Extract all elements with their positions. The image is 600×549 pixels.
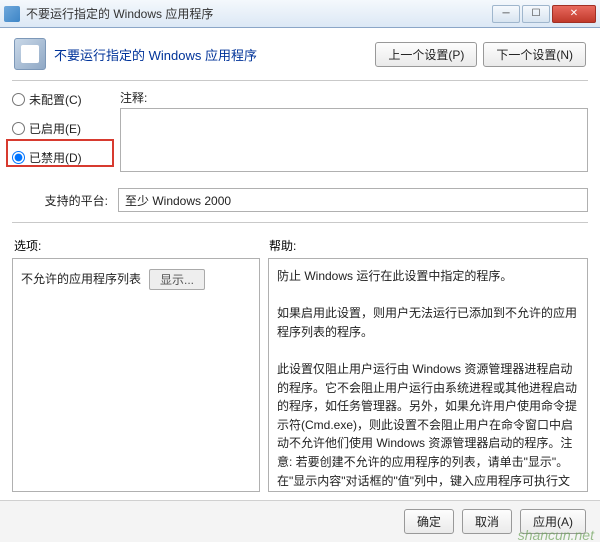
- options-panel: 不允许的应用程序列表 显示...: [12, 258, 260, 492]
- window-title: 不要运行指定的 Windows 应用程序: [26, 5, 486, 22]
- nav-buttons: 上一个设置(P) 下一个设置(N): [375, 42, 586, 67]
- divider: [12, 80, 588, 81]
- platform-row: 支持的平台: 至少 Windows 2000: [0, 186, 600, 220]
- window-controls: ─ ☐ ✕: [492, 5, 596, 23]
- comment-textarea[interactable]: [120, 108, 588, 172]
- radio-enabled-input[interactable]: [12, 122, 25, 135]
- disallowed-list-label: 不允许的应用程序列表: [21, 270, 141, 289]
- close-button[interactable]: ✕: [552, 5, 596, 23]
- next-setting-button[interactable]: 下一个设置(N): [483, 42, 586, 67]
- radio-disabled[interactable]: 已禁用(D): [12, 149, 112, 166]
- cancel-button[interactable]: 取消: [462, 509, 512, 534]
- radio-not-configured-label: 未配置(C): [29, 91, 82, 108]
- radio-not-configured-input[interactable]: [12, 93, 25, 106]
- show-list-button[interactable]: 显示...: [149, 269, 205, 290]
- divider-2: [12, 222, 588, 223]
- footer: 确定 取消 应用(A): [0, 500, 600, 542]
- disallowed-list-row: 不允许的应用程序列表 显示...: [21, 269, 251, 290]
- minimize-button[interactable]: ─: [492, 5, 520, 23]
- titlebar: 不要运行指定的 Windows 应用程序 ─ ☐ ✕: [0, 0, 600, 28]
- radio-disabled-input[interactable]: [12, 151, 25, 164]
- comment-column: 注释:: [120, 89, 588, 178]
- radio-column: 未配置(C) 已启用(E) 已禁用(D): [12, 89, 112, 178]
- help-panel: 防止 Windows 运行在此设置中指定的程序。 如果启用此设置，则用户无法运行…: [268, 258, 588, 492]
- page-title: 不要运行指定的 Windows 应用程序: [54, 45, 367, 64]
- panel-labels: 选项: 帮助:: [0, 231, 600, 258]
- radio-not-configured[interactable]: 未配置(C): [12, 91, 112, 108]
- prev-setting-button[interactable]: 上一个设置(P): [375, 42, 477, 67]
- options-label: 选项:: [14, 237, 269, 254]
- apply-button[interactable]: 应用(A): [520, 509, 586, 534]
- platform-value: 至少 Windows 2000: [125, 192, 231, 209]
- radio-disabled-label: 已禁用(D): [29, 149, 82, 166]
- comment-label: 注释:: [120, 89, 147, 106]
- policy-icon: [14, 38, 46, 70]
- radio-enabled-label: 已启用(E): [29, 120, 81, 137]
- help-label: 帮助:: [269, 237, 296, 254]
- header: 不要运行指定的 Windows 应用程序 上一个设置(P) 下一个设置(N): [0, 28, 600, 78]
- help-text: 防止 Windows 运行在此设置中指定的程序。 如果启用此设置，则用户无法运行…: [277, 267, 579, 492]
- ok-button[interactable]: 确定: [404, 509, 454, 534]
- platform-label: 支持的平台:: [12, 192, 112, 209]
- radio-enabled[interactable]: 已启用(E): [12, 120, 112, 137]
- platform-value-box: 至少 Windows 2000: [118, 188, 588, 212]
- config-area: 未配置(C) 已启用(E) 已禁用(D) 注释:: [0, 89, 600, 186]
- app-icon: [4, 6, 20, 22]
- maximize-button[interactable]: ☐: [522, 5, 550, 23]
- panels: 不允许的应用程序列表 显示... 防止 Windows 运行在此设置中指定的程序…: [0, 258, 600, 500]
